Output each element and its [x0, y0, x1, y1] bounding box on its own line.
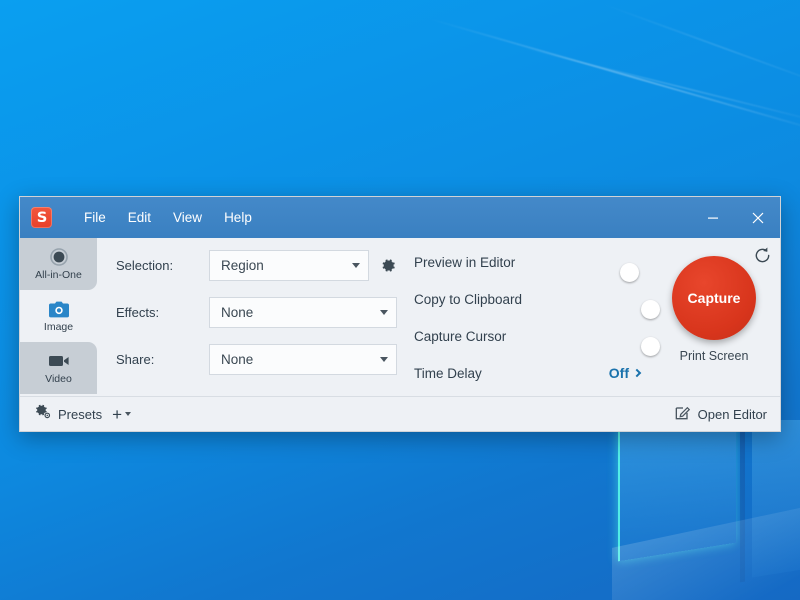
wallpaper-light-ray — [599, 2, 800, 93]
chevron-down-icon[interactable] — [380, 357, 388, 362]
capture-hotkey-label: Print Screen — [679, 349, 749, 363]
snagit-capture-window: S File Edit View Help All-in-One Image V… — [19, 196, 781, 432]
share-label: Share: — [116, 352, 155, 367]
snagit-logo-icon: S — [31, 207, 52, 228]
capture-button-label: Capture — [687, 290, 741, 306]
sidebar-item-image[interactable]: Image — [20, 290, 97, 342]
wallpaper-light-ray — [429, 18, 800, 136]
sidebar-label-all-in-one: All-in-One — [35, 268, 82, 281]
menu-file[interactable]: File — [73, 204, 117, 231]
add-preset-button[interactable]: + — [112, 404, 132, 424]
effects-field-row: Effects: None — [116, 297, 397, 328]
presets-gear-icon — [34, 403, 51, 425]
desktop-wallpaper: S File Edit View Help All-in-One Image V… — [0, 0, 800, 600]
selection-label: Selection: — [116, 258, 174, 273]
presets-label: Presets — [58, 406, 103, 422]
reset-arrow-icon[interactable] — [753, 246, 772, 270]
record-circle-icon — [49, 248, 68, 267]
chevron-down-icon[interactable] — [352, 263, 360, 268]
share-dropdown[interactable]: None — [209, 344, 397, 375]
open-editor-button[interactable]: Open Editor — [675, 404, 767, 425]
selection-value: Region — [221, 258, 264, 273]
time-delay-label: Time Delay — [414, 365, 482, 381]
effects-label: Effects: — [116, 305, 160, 320]
capture-button[interactable]: Capture — [672, 256, 756, 340]
chevron-right-icon — [632, 368, 642, 378]
selection-field-row: Selection: Region — [116, 250, 397, 281]
chevron-down-icon[interactable] — [380, 310, 388, 315]
menu-bar: File Edit View Help — [73, 204, 263, 231]
footer-bar: Presets + Open Editor — [20, 396, 780, 431]
edit-pencil-icon — [675, 404, 691, 425]
sidebar-label-video: Video — [45, 372, 72, 385]
time-delay-value: Off — [608, 365, 629, 381]
gear-icon — [382, 259, 395, 272]
capture-column: Capture Print Screen — [648, 247, 780, 396]
sidebar-item-video[interactable]: Video — [20, 342, 97, 394]
options-column: Preview in Editor Copy to Clipboard Capt… — [397, 250, 660, 396]
preview-in-editor-label: Preview in Editor — [414, 254, 516, 270]
camera-icon — [48, 300, 70, 319]
option-copy-to-clipboard: Copy to Clipboard — [414, 287, 660, 319]
camcorder-icon — [48, 352, 70, 371]
main-panel: Selection: Region Effects: None Share: N… — [97, 238, 780, 396]
toggle-knob — [620, 263, 639, 282]
time-delay-button[interactable]: Off — [608, 365, 642, 381]
capture-cursor-label: Capture Cursor — [414, 328, 507, 344]
option-capture-cursor: Capture Cursor — [414, 324, 660, 356]
share-field-row: Share: None — [116, 344, 397, 375]
minimize-button[interactable] — [690, 197, 735, 238]
effects-value: None — [221, 305, 254, 320]
effects-dropdown[interactable]: None — [209, 297, 397, 328]
close-button[interactable] — [735, 197, 780, 238]
sidebar-label-image: Image — [43, 320, 74, 333]
sidebar-item-all-in-one[interactable]: All-in-One — [20, 238, 97, 290]
presets-group: Presets + — [34, 403, 132, 425]
chevron-down-icon — [125, 412, 132, 416]
windows-logo-graphic — [600, 420, 800, 600]
window-body: All-in-One Image Video Selection: Region… — [20, 238, 780, 396]
selection-settings-button[interactable] — [380, 257, 397, 274]
settings-column: Selection: Region Effects: None Share: N… — [97, 250, 397, 396]
snagit-logo-letter: S — [36, 209, 47, 226]
wallpaper-light-ray — [519, 46, 800, 128]
mode-sidebar: All-in-One Image Video — [20, 238, 97, 396]
window-controls — [690, 197, 780, 238]
option-time-delay: Time Delay Off — [414, 361, 648, 385]
title-bar: S File Edit View Help — [20, 197, 780, 238]
menu-view[interactable]: View — [162, 204, 213, 231]
plus-icon: + — [112, 404, 123, 424]
option-preview-in-editor: Preview in Editor — [414, 250, 648, 282]
copy-to-clipboard-label: Copy to Clipboard — [414, 291, 523, 307]
selection-dropdown[interactable]: Region — [209, 250, 369, 281]
open-editor-label: Open Editor — [697, 406, 767, 422]
menu-help[interactable]: Help — [213, 204, 263, 231]
menu-edit[interactable]: Edit — [117, 204, 162, 231]
share-value: None — [221, 352, 254, 367]
